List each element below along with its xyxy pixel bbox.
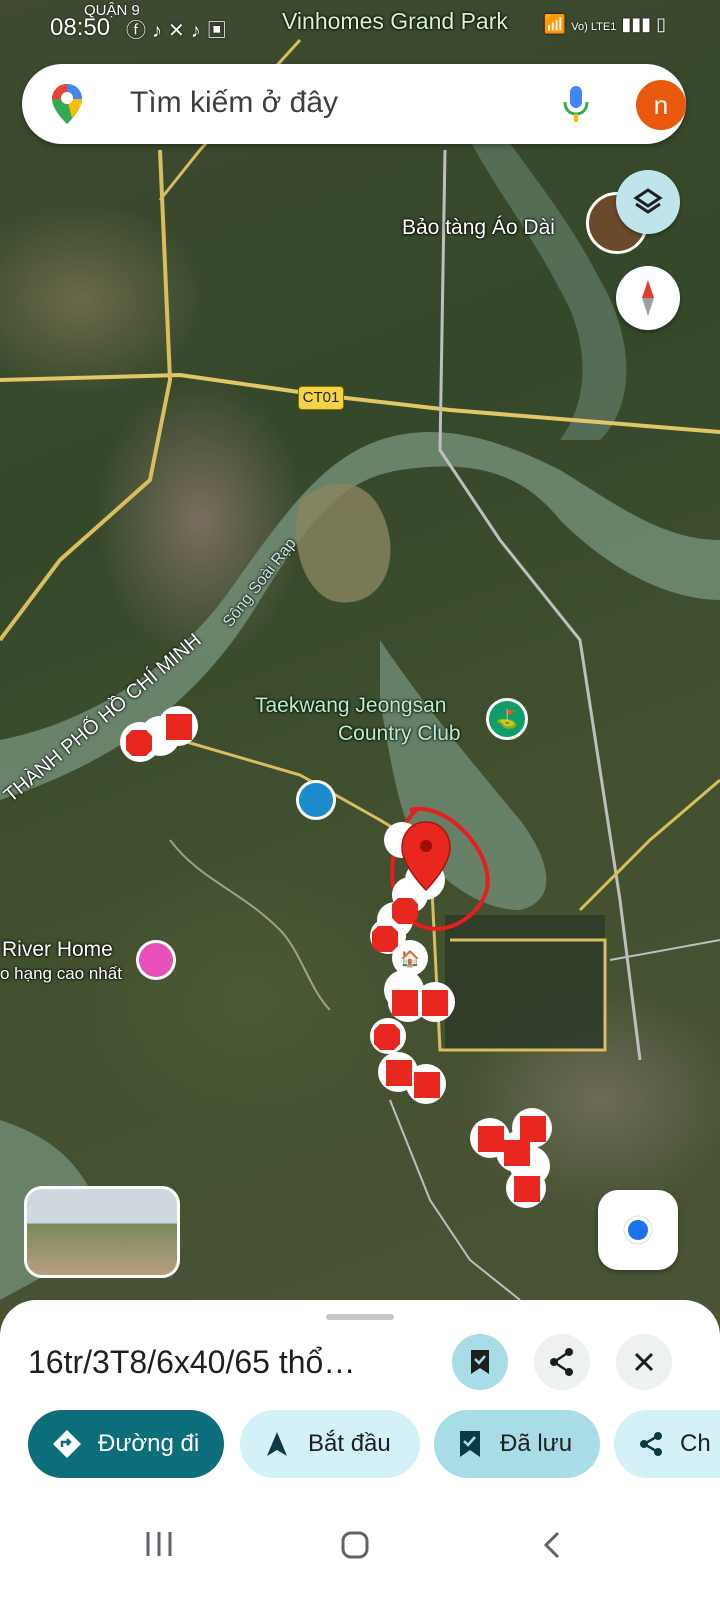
share-icon (640, 1432, 662, 1456)
close-icon (634, 1352, 654, 1372)
bookmark-check-icon (471, 1350, 489, 1374)
status-right-icons: 📶 Vo) LTE1 ▮▮▮ ▯ (544, 14, 666, 35)
saved-markers[interactable]: 🏠 (0, 0, 720, 1330)
facebook-icon: ⓕ (126, 20, 152, 42)
location-dot-icon (623, 1215, 653, 1245)
back-button[interactable] (540, 1530, 564, 1568)
map-view[interactable]: CT01 Vinhomes Grand Park Bảo tàng Áo Dài… (0, 0, 720, 1330)
directions-label: Đường đi (98, 1430, 200, 1457)
sheet-drag-handle[interactable] (326, 1314, 394, 1320)
samsung-icon: ▣ (206, 20, 233, 42)
search-bar[interactable]: Tìm kiếm ở đây n (22, 64, 686, 144)
share-button[interactable] (534, 1334, 590, 1390)
saved-label: Đã lưu (500, 1430, 573, 1457)
status-bar: QUẬN 9 08:50 ⓕ♪✕♪▣ 📶 Vo) LTE1 ▮▮▮ ▯ (0, 0, 720, 56)
svg-text:🏠: 🏠 (400, 950, 420, 968)
system-navigation-bar (0, 1490, 720, 1600)
recent-apps-button[interactable] (144, 1530, 174, 1566)
battery-icon: ▯ (656, 14, 666, 34)
google-maps-pin-icon (52, 84, 82, 124)
start-button[interactable]: Bắt đầu (240, 1410, 420, 1478)
back-icon (543, 1531, 560, 1559)
tiktok-icon: ♪ (190, 20, 207, 42)
microphone-icon[interactable] (560, 84, 592, 124)
start-label: Bắt đầu (308, 1430, 391, 1457)
share-label: Ch (680, 1430, 711, 1457)
layers-icon (633, 188, 663, 214)
directions-icon (53, 1430, 81, 1458)
compass-icon (642, 280, 654, 316)
search-input[interactable]: Tìm kiếm ở đây (130, 86, 338, 120)
home-icon (341, 1531, 369, 1559)
account-avatar[interactable]: n (636, 80, 686, 130)
home-button[interactable] (340, 1530, 370, 1568)
compass-button[interactable] (616, 266, 680, 330)
signal-icon: ▮▮▮ (621, 14, 652, 34)
saved-button[interactable]: Đã lưu (434, 1410, 600, 1478)
status-time: 08:50 (50, 14, 111, 41)
network-label: Vo) LTE1 (571, 21, 617, 33)
street-view-thumbnail[interactable] (24, 1186, 180, 1278)
my-location-button[interactable] (598, 1190, 678, 1270)
saved-toggle-button[interactable] (452, 1334, 508, 1390)
place-title: 16tr/3T8/6x40/65 thổ… (28, 1344, 356, 1380)
navigation-arrow-icon (267, 1432, 287, 1456)
map-layers-button[interactable] (616, 170, 680, 234)
cross-app-icon: ✕ (168, 20, 191, 42)
recent-apps-icon (146, 1532, 172, 1556)
close-button[interactable] (616, 1334, 672, 1390)
wifi-icon: 📶 (543, 14, 567, 34)
directions-button[interactable]: Đường đi (28, 1410, 224, 1478)
share-pill-button[interactable]: Ch (614, 1410, 720, 1478)
share-icon (550, 1348, 573, 1376)
notification-icons: ⓕ♪✕♪▣ (126, 14, 233, 43)
tiktok-icon: ♪ (152, 20, 168, 42)
bookmark-check-icon (460, 1431, 480, 1457)
